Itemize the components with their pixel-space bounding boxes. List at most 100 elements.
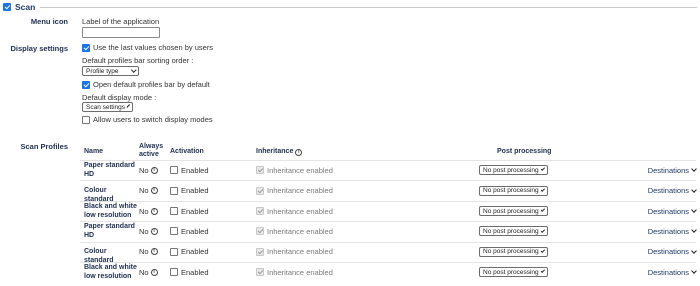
destinations-toggle[interactable]: Destinations (647, 186, 697, 196)
post-processing-select[interactable]: No post processing (479, 267, 548, 278)
open-profiles-bar-option[interactable]: Open default profiles bar by default (82, 80, 210, 89)
destinations-text: Destinations (647, 226, 689, 236)
column-header-post-processing: Post processing (497, 148, 552, 155)
post-processing-value: No post processing (483, 227, 539, 235)
inheritance-text: Inheritance enabled (267, 247, 333, 257)
allow-switch-text: Allow users to switch display modes (93, 115, 213, 124)
activation-text: Enabled (181, 165, 209, 175)
activation-cell[interactable]: Enabled (170, 268, 209, 277)
column-header-always-active: Always active (139, 143, 163, 159)
destinations-toggle[interactable]: Destinations (647, 247, 697, 257)
profile-name-line2: HD (84, 171, 95, 179)
profile-name-line2: HD (84, 232, 95, 240)
destinations-text: Destinations (647, 206, 689, 216)
inheritance-cell: Inheritance enabled (256, 166, 333, 175)
profile-name: Paper standard HD (84, 161, 138, 179)
info-icon[interactable]: i (150, 166, 158, 174)
chevron-down-icon (130, 67, 136, 73)
destinations-text: Destinations (647, 247, 689, 257)
activation-text: Enabled (181, 247, 209, 257)
post-processing-value: No post processing (483, 187, 539, 195)
row-divider (80, 221, 696, 223)
destinations-toggle[interactable]: Destinations (647, 267, 697, 277)
display-mode-select[interactable]: Scan settings (82, 102, 133, 112)
scan-profiles-label: Scan Profiles (20, 142, 68, 151)
inheritance-text: Inheritance enabled (267, 226, 333, 236)
post-processing-select[interactable]: No post processing (479, 165, 548, 176)
section-divider (40, 6, 697, 8)
activation-checkbox[interactable] (170, 268, 178, 277)
info-icon[interactable]: i (150, 248, 158, 256)
post-processing-select[interactable]: No post processing (479, 206, 548, 216)
destinations-toggle[interactable]: Destinations (647, 165, 697, 175)
application-label-input[interactable] (82, 27, 160, 38)
always-active-cell: No i (139, 207, 158, 216)
profile-name-line2: low resolution (84, 212, 132, 219)
post-processing-select[interactable]: No post processing (479, 185, 548, 196)
post-processing-value: No post processing (483, 166, 539, 174)
sort-order-caption: Default profiles bar sorting order : (82, 56, 194, 65)
always-active-value: No (139, 267, 149, 277)
column-header-name: Name (84, 148, 104, 155)
always-active-line1: Always (139, 143, 164, 150)
destinations-text: Destinations (647, 165, 689, 175)
allow-switch-checkbox[interactable] (82, 115, 90, 124)
activation-checkbox[interactable] (170, 186, 178, 195)
info-icon[interactable]: i (150, 207, 158, 215)
post-processing-select[interactable]: No post processing (479, 226, 548, 237)
info-icon[interactable]: i (150, 187, 158, 195)
row-divider (80, 180, 696, 182)
inheritance-checkbox (256, 186, 264, 195)
activation-cell[interactable]: Enabled (170, 166, 209, 175)
allow-switch-option[interactable]: Allow users to switch display modes (82, 115, 213, 124)
always-active-cell: No i (139, 227, 158, 236)
info-icon[interactable]: i (150, 227, 158, 235)
info-icon[interactable]: i (295, 148, 303, 156)
activation-cell[interactable]: Enabled (170, 186, 209, 195)
scan-section-title: Scan (15, 2, 36, 12)
post-processing-select[interactable]: No post processing (479, 246, 548, 257)
destinations-toggle[interactable]: Destinations (647, 206, 697, 216)
inheritance-text: Inheritance enabled (267, 165, 333, 175)
scan-section-checkbox[interactable] (3, 3, 11, 11)
row-divider (80, 262, 696, 263)
activation-text: Enabled (181, 186, 209, 196)
application-label-caption: Label of the application (82, 17, 160, 26)
activation-checkbox[interactable] (170, 207, 178, 215)
inheritance-cell: Inheritance enabled (256, 268, 333, 277)
inheritance-checkbox (256, 227, 264, 236)
scan-section-header: Scan (3, 1, 697, 13)
always-active-cell: No i (139, 166, 158, 175)
activation-cell[interactable]: Enabled (170, 227, 209, 236)
always-active-cell: No i (139, 247, 158, 256)
display-settings-label: Display settings (10, 44, 68, 53)
activation-text: Enabled (181, 206, 209, 216)
inheritance-checkbox (256, 268, 264, 277)
inheritance-text: Inheritance enabled (267, 267, 333, 277)
use-last-values-option[interactable]: Use the last values chosen by users (82, 43, 213, 52)
chevron-down-icon (691, 268, 697, 275)
inheritance-cell: Inheritance enabled (256, 247, 333, 256)
activation-checkbox[interactable] (170, 227, 178, 236)
inheritance-checkbox (256, 247, 264, 256)
activation-cell[interactable]: Enabled (170, 207, 209, 216)
activation-checkbox[interactable] (170, 247, 178, 256)
chevron-down-icon (691, 186, 697, 193)
activation-checkbox[interactable] (170, 166, 178, 175)
menu-icon-label: Menu icon (30, 17, 68, 26)
destinations-text: Destinations (647, 186, 689, 196)
use-last-values-checkbox[interactable] (82, 43, 90, 52)
always-active-value: No (139, 226, 149, 236)
destinations-text: Destinations (647, 267, 689, 277)
always-active-line2: active (139, 151, 159, 158)
chevron-down-icon (691, 227, 697, 234)
open-profiles-bar-checkbox[interactable] (82, 80, 90, 89)
info-icon[interactable]: i (150, 268, 158, 276)
inheritance-checkbox (256, 207, 264, 215)
destinations-toggle[interactable]: Destinations (647, 226, 697, 236)
profile-name-line1: Black and white (84, 203, 137, 210)
chevron-down-icon (540, 228, 545, 233)
sort-order-select[interactable]: Profile type (82, 66, 139, 76)
activation-cell[interactable]: Enabled (170, 247, 209, 256)
sort-order-value: Profile type (86, 67, 119, 75)
